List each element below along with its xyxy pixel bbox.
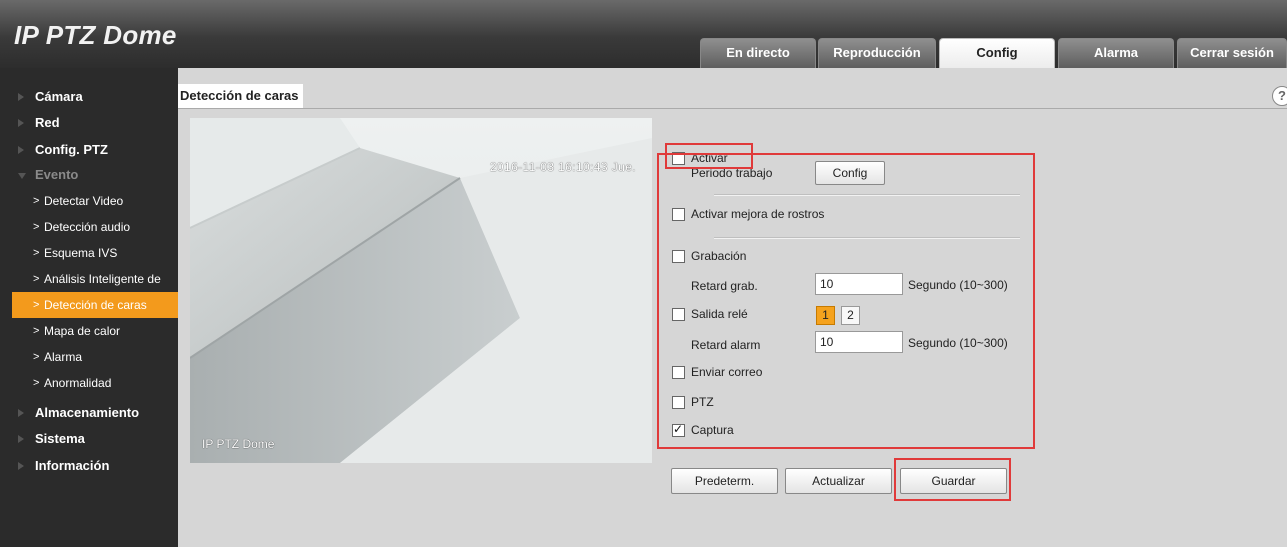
triangle-right-icon (18, 435, 24, 443)
tab-cerrar-sesion[interactable]: Cerrar sesión (1177, 38, 1287, 68)
sidebar-item-label: Información (35, 458, 110, 473)
sidebar-subitem-label: Anormalidad (44, 376, 112, 390)
sidebar-item-label: Sistema (35, 431, 85, 446)
sidebar-subitem-esquema-ivs[interactable]: > Esquema IVS (0, 240, 178, 266)
sidebar-item-label: Red (35, 115, 60, 130)
tab-config[interactable]: Config (939, 38, 1055, 68)
default-button[interactable]: Predeterm. (671, 468, 778, 494)
sidebar-item-red[interactable]: Red (0, 110, 178, 136)
triangle-right-icon (18, 146, 24, 154)
sidebar-subitem-analisis-inteligente[interactable]: > Análisis Inteligente de (0, 266, 178, 292)
highlight-settings (657, 153, 1035, 449)
sidebar-subitem-label: Esquema IVS (44, 246, 118, 260)
sidebar-item-informacion[interactable]: Información (0, 453, 178, 479)
sidebar-item-camara[interactable]: Cámara (0, 84, 178, 110)
help-icon[interactable]: ? (1272, 86, 1287, 106)
sidebar-subitem-label: Detectar Video (44, 194, 124, 208)
tab-alarma[interactable]: Alarma (1058, 38, 1174, 68)
chevron-right-icon: > (33, 247, 40, 259)
panel-title: Detección de caras (178, 84, 303, 108)
triangle-right-icon (18, 462, 24, 470)
chevron-right-icon: > (33, 351, 40, 363)
chevron-right-icon: > (33, 195, 40, 207)
sidebar: Cámara Red Config. PTZ Evento > Detectar… (0, 68, 178, 547)
highlight-save (894, 458, 1011, 501)
sidebar-item-label: Config. PTZ (35, 142, 108, 157)
panel-divider (178, 108, 1287, 109)
triangle-right-icon (18, 119, 24, 127)
chevron-right-icon: > (33, 221, 40, 233)
sidebar-item-config-ptz[interactable]: Config. PTZ (0, 137, 178, 163)
sidebar-subitem-detectar-video[interactable]: > Detectar Video (0, 188, 178, 214)
sidebar-subitem-label: Alarma (44, 350, 83, 364)
chevron-right-icon: > (33, 325, 40, 337)
chevron-right-icon: > (33, 377, 40, 389)
chevron-right-icon: > (33, 273, 40, 285)
sidebar-item-label: Cámara (35, 89, 83, 104)
sidebar-subitem-label: Detección audio (44, 220, 131, 234)
tab-en-directo[interactable]: En directo (700, 38, 816, 68)
sidebar-subitem-anormalidad[interactable]: > Anormalidad (0, 370, 178, 396)
sidebar-subitem-label: Detección de caras (44, 298, 147, 312)
sidebar-subitem-label: Mapa de calor (44, 324, 121, 338)
refresh-button[interactable]: Actualizar (785, 468, 892, 494)
triangle-right-icon (18, 93, 24, 101)
header: IP PTZ Dome En directo Reproducción Conf… (0, 0, 1287, 68)
sidebar-subitem-alarma[interactable]: > Alarma (0, 344, 178, 370)
sidebar-item-label: Evento (35, 167, 79, 182)
osd-timestamp: 2016-11-03 16:10:43 Jue. (489, 160, 636, 174)
sidebar-subitem-deteccion-audio[interactable]: > Detección audio (0, 214, 178, 240)
sidebar-subitem-label: Análisis Inteligente de (44, 272, 161, 286)
video-preview: 2016-11-03 16:10:43 Jue. IP PTZ Dome (190, 118, 652, 463)
sidebar-subitem-deteccion-caras[interactable]: > Detección de caras (12, 292, 178, 318)
chevron-right-icon: > (33, 299, 40, 311)
app-title: IP PTZ Dome (14, 20, 177, 50)
sidebar-item-evento[interactable]: Evento (0, 162, 178, 188)
sidebar-item-almacenamiento[interactable]: Almacenamiento (0, 400, 178, 426)
sidebar-item-sistema[interactable]: Sistema (0, 426, 178, 452)
triangle-down-icon (18, 173, 26, 179)
triangle-right-icon (18, 409, 24, 417)
tab-reproduccion[interactable]: Reproducción (818, 38, 936, 68)
osd-channel-name: IP PTZ Dome (202, 437, 275, 451)
sidebar-item-label: Almacenamiento (35, 405, 140, 420)
sidebar-subitem-mapa-calor[interactable]: > Mapa de calor (0, 318, 178, 344)
